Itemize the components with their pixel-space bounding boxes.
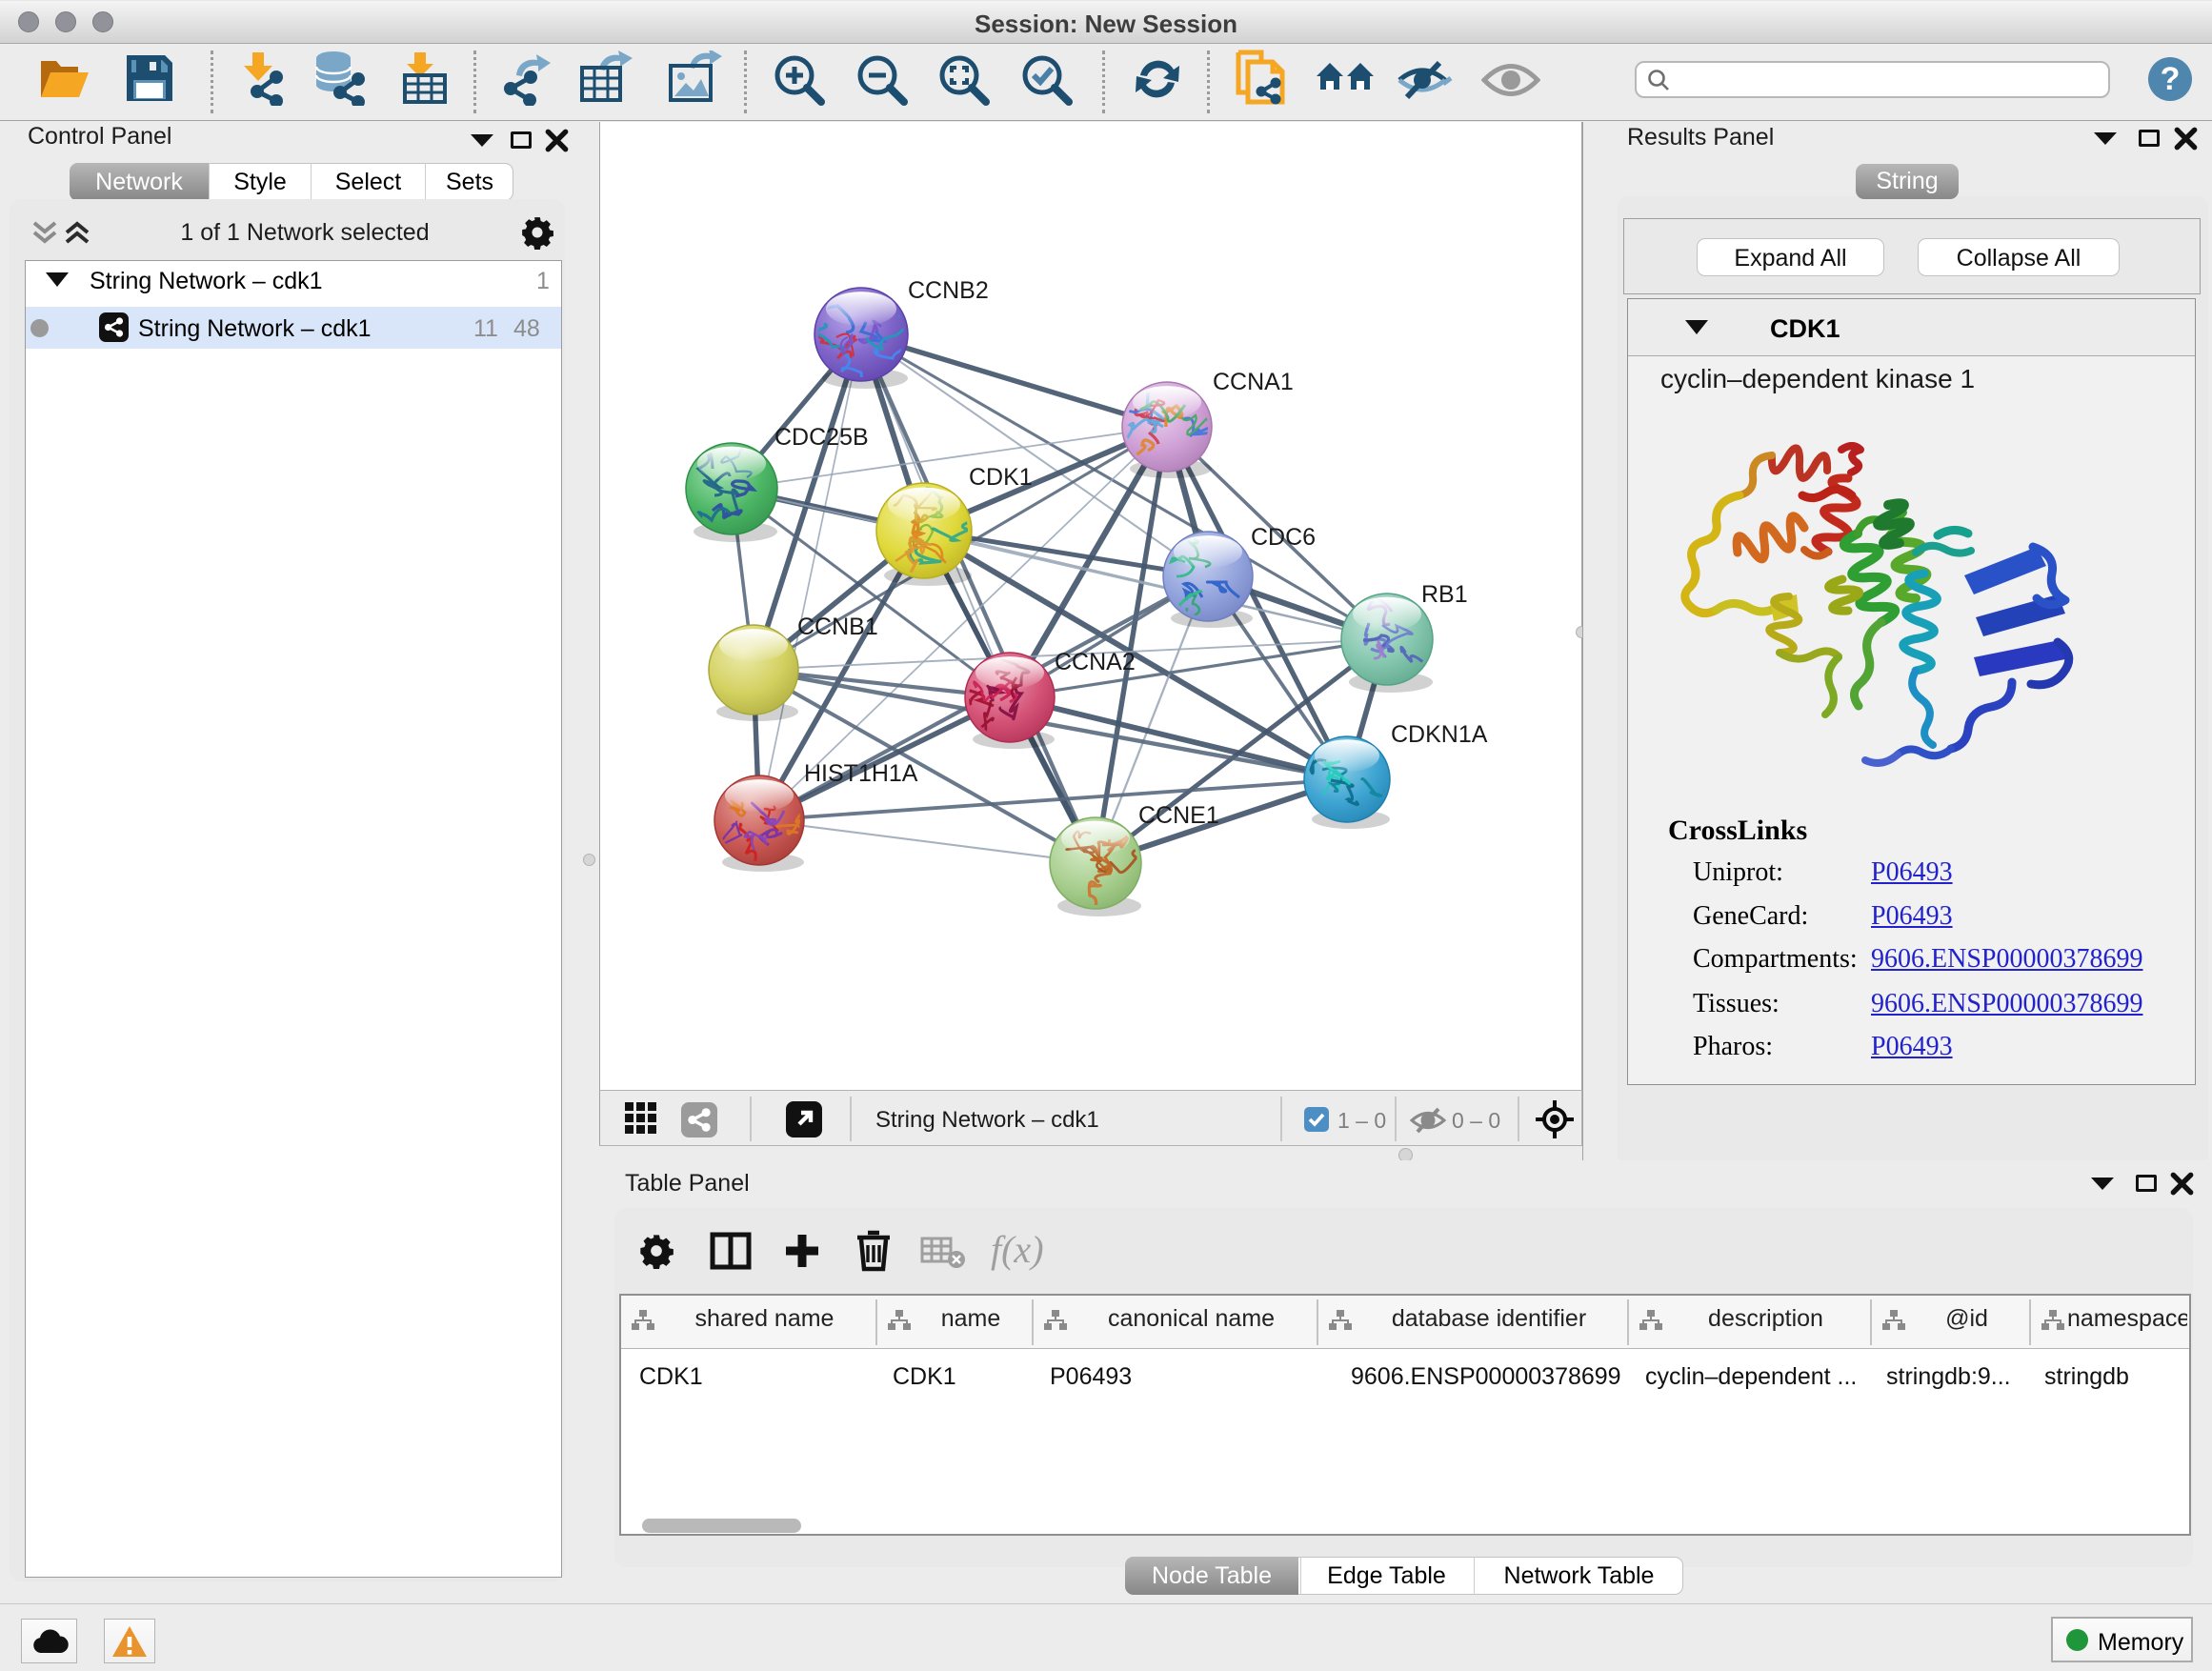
svg-text:CCNA1: CCNA1 — [1213, 369, 1294, 395]
svg-text:CDC25B: CDC25B — [774, 424, 869, 451]
svg-text:CCNB1: CCNB1 — [797, 614, 878, 640]
svg-text:RB1: RB1 — [1421, 581, 1468, 608]
svg-text:CDK1: CDK1 — [969, 464, 1033, 491]
svg-text:HIST1H1A: HIST1H1A — [804, 760, 918, 787]
svg-text:CCNA2: CCNA2 — [1055, 649, 1136, 675]
svg-text:CDKN1A: CDKN1A — [1391, 721, 1488, 748]
svg-text:CCNE1: CCNE1 — [1138, 802, 1219, 829]
svg-text:CDC6: CDC6 — [1251, 524, 1316, 551]
svg-text:CCNB2: CCNB2 — [908, 277, 989, 304]
